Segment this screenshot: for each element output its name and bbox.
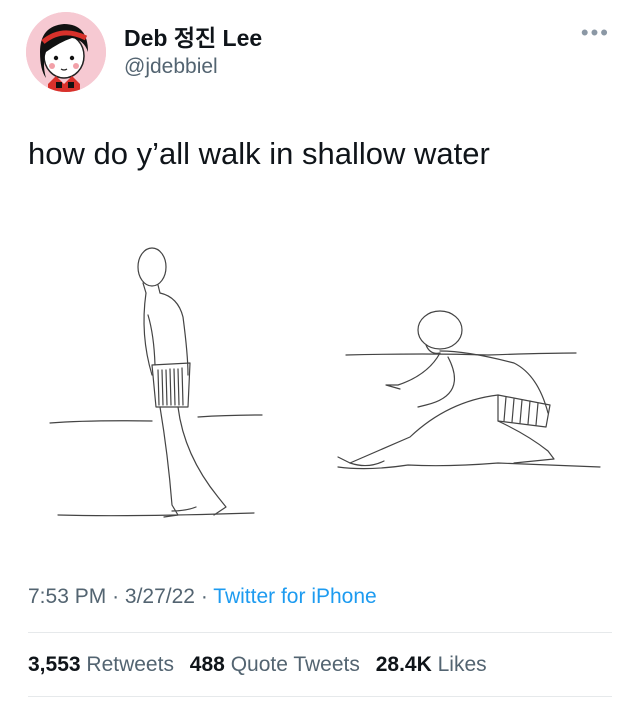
retweets-count: 3,553 <box>28 653 81 676</box>
tweet-stats: 3,553 Retweets 488 Quote Tweets 28.4K Li… <box>28 652 497 678</box>
retweets-stat[interactable]: 3,553 Retweets <box>28 653 174 676</box>
quote-tweets-count: 488 <box>189 653 225 676</box>
tweet-date[interactable]: 3/27/22 <box>125 585 195 608</box>
tweet-source-link[interactable]: Twitter for iPhone <box>213 585 376 608</box>
crouching-wading-figure <box>337 310 601 470</box>
likes-stat[interactable]: 28.4K Likes <box>376 653 487 676</box>
user-handle[interactable]: @jdebbiel <box>124 54 262 80</box>
tall-walking-figure <box>49 247 263 518</box>
meta-separator: · <box>200 585 208 608</box>
display-name[interactable]: Deb 정진 Lee <box>124 24 262 52</box>
walking-in-water-drawing <box>49 247 601 518</box>
divider <box>28 632 612 633</box>
quote-tweets-stat[interactable]: 488 Quote Tweets <box>190 653 360 676</box>
avatar-illustration <box>26 12 106 92</box>
avatar[interactable] <box>26 12 106 92</box>
likes-count: 28.4K <box>375 653 432 676</box>
likes-label: Likes <box>437 653 487 676</box>
tweet-time[interactable]: 7:53 PM <box>28 585 106 608</box>
divider <box>28 696 612 697</box>
tweet-meta: 7:53 PM · 3/27/22 · Twitter for iPhone <box>28 584 377 610</box>
meta-separator: · <box>112 585 120 608</box>
quote-tweets-label: Quote Tweets <box>230 653 360 676</box>
more-options-icon[interactable]: ••• <box>581 22 610 44</box>
tweet-image[interactable] <box>28 225 612 545</box>
retweets-label: Retweets <box>86 653 174 676</box>
author-block: Deb 정진 Lee @jdebbiel <box>124 24 262 80</box>
tweet-text: how do y’all walk in shallow water <box>28 136 490 171</box>
